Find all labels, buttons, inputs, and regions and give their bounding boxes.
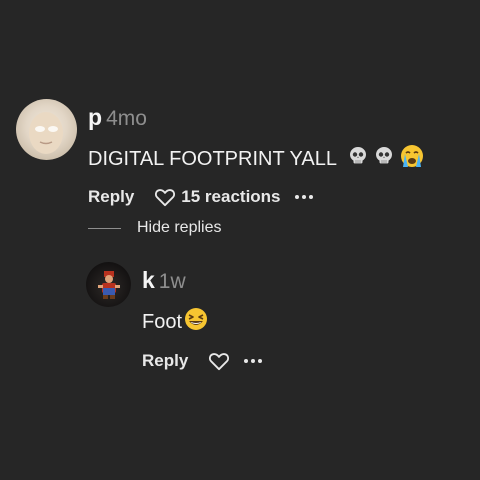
more-options-button[interactable] xyxy=(294,195,316,199)
more-dots-icon[interactable] xyxy=(294,195,316,199)
comment-username[interactable]: p 4mo xyxy=(88,104,147,130)
skull-emoji xyxy=(373,145,395,173)
comment-body: DIGITAL FOOTPRINT YALL xyxy=(88,143,425,175)
heart-icon[interactable] xyxy=(208,351,230,371)
divider-line xyxy=(88,227,121,229)
reply-avatar[interactable] xyxy=(86,262,131,307)
hide-replies-button[interactable]: Hide replies xyxy=(137,219,221,237)
skull-emoji xyxy=(347,145,369,173)
reply-reply-button[interactable]: Reply xyxy=(142,351,188,371)
comment-timestamp: 4mo xyxy=(106,107,147,130)
heart-icon[interactable] xyxy=(154,187,176,207)
reply-username[interactable]: k 1w xyxy=(142,267,186,293)
reply-body: Foot xyxy=(142,306,209,338)
reply-username-text[interactable]: k xyxy=(142,267,155,293)
comment-text: DIGITAL FOOTPRINT YALL xyxy=(88,147,337,170)
react-button[interactable]: 15 reactions xyxy=(154,187,281,207)
reply-timestamp: 1w xyxy=(158,270,186,293)
avatar-face-image xyxy=(29,112,63,154)
reactions-count[interactable]: 15 reactions xyxy=(181,187,280,207)
loudly-crying-face-emoji xyxy=(399,143,425,175)
reply-more-options-button[interactable] xyxy=(244,359,265,363)
more-dots-icon[interactable] xyxy=(244,359,265,363)
hide-replies[interactable]: Hide replies xyxy=(88,219,221,237)
comment-username-text[interactable]: p xyxy=(88,104,102,130)
comments-screen: p 4mo DIGITAL FOOTPRINT YALL Reply 15 re… xyxy=(0,0,480,480)
reply-button[interactable]: Reply xyxy=(88,187,134,207)
reply-avatar-image xyxy=(98,271,120,299)
reply-react-button[interactable] xyxy=(208,351,230,371)
reply-actions: Reply xyxy=(142,351,265,371)
avatar[interactable] xyxy=(16,99,77,160)
comment-actions: Reply 15 reactions xyxy=(88,187,316,207)
grinning-squinting-face-emoji xyxy=(183,306,209,338)
reply-text: Foot xyxy=(142,310,183,333)
